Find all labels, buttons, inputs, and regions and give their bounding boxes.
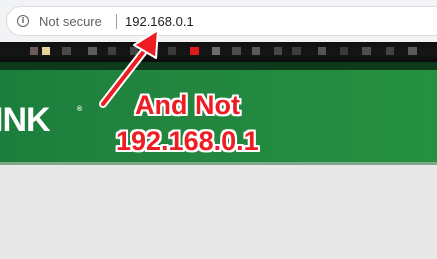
annotation-arrow-icon xyxy=(99,29,159,108)
arrow-shape xyxy=(99,29,159,108)
